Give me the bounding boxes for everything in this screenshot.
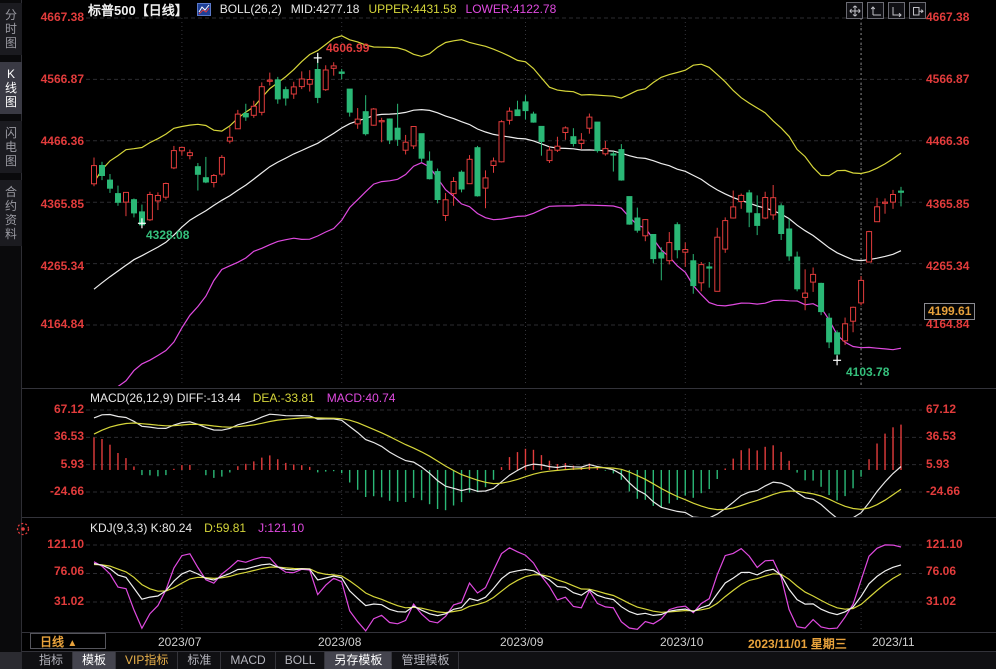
price-axis-label: 4265.34 <box>24 260 84 273</box>
macd-value: MACD:40.74 <box>327 391 396 405</box>
swing-low-label: 4328.08 <box>146 228 189 242</box>
sidebar-tab-label: K线图 <box>4 67 18 109</box>
sidebar-tab-contract-info[interactable]: 合约资料 <box>0 180 22 246</box>
sidebar-tab-label: 合约资料 <box>4 185 18 241</box>
swing-high-label: 4606.99 <box>326 41 369 55</box>
price-axis-label: 4265.34 <box>926 260 992 273</box>
x-axis-month-label: 2023/09 <box>500 635 543 649</box>
macd-axis-label: 5.93 <box>24 458 84 471</box>
kdj-axis-label: 76.06 <box>926 565 992 578</box>
macd-header: MACD(26,12,9) DIFF:-13.44 DEA:-33.81 MAC… <box>90 391 395 405</box>
boll-mid-value: MID:4277.18 <box>291 2 360 16</box>
panel-divider[interactable] <box>22 388 996 389</box>
price-chart-canvas[interactable] <box>0 0 996 669</box>
triangle-up-icon: ▲ <box>67 638 77 649</box>
symbol-title: 标普500【日线】 <box>88 0 188 19</box>
kdj-axis-label: 31.02 <box>926 595 992 608</box>
period-label: 日线 <box>40 635 64 649</box>
chart-header: 标普500【日线】 BOLL(26,2) MID:4277.18 UPPER:4… <box>88 1 556 17</box>
price-axis-label: 4365.85 <box>24 198 84 211</box>
boll-indicator-icon <box>197 3 211 16</box>
toolbar-tab-save-template[interactable]: 另存模板 <box>325 652 392 669</box>
period-selector-button[interactable]: 日线 ▲ <box>30 633 106 649</box>
price-axis-label: 4466.36 <box>24 135 84 148</box>
price-axis-label: 4667.38 <box>24 11 84 24</box>
resize-corner <box>0 652 22 669</box>
chart-toolbar <box>846 2 926 19</box>
sidebar-tab-flash[interactable]: 闪电图 <box>0 121 22 173</box>
macd-axis-label: 67.12 <box>926 403 992 416</box>
x-axis-month-label: 2023/08 <box>318 635 361 649</box>
kdj-axis-label: 121.10 <box>24 538 84 551</box>
price-axis-label: 4566.87 <box>926 73 992 86</box>
price-axis-label: 4667.38 <box>926 11 992 24</box>
kdj-k-value: KDJ(9,3,3) K:80.24 <box>90 521 192 535</box>
sidebar-tab-candlestick[interactable]: K线图 <box>0 62 22 114</box>
price-axis-label: 4365.85 <box>926 198 992 211</box>
sidebar-tab-label: 分时图 <box>4 8 18 50</box>
indicator-settings-icon[interactable] <box>15 521 31 542</box>
toolbar-tab-vip-indicators[interactable]: VIP指标 <box>116 652 178 669</box>
macd-axis-label: 36.53 <box>24 430 84 443</box>
boll-lower-value: LOWER:4122.78 <box>466 2 557 16</box>
boll-label: BOLL(26,2) <box>220 2 282 16</box>
boll-upper-value: UPPER:4431.58 <box>368 2 456 16</box>
template-toolbar: 指标 模板 VIP指标 标准 MACD BOLL 另存模板 管理模板 <box>22 652 996 669</box>
crosshair-move-icon[interactable] <box>846 2 863 19</box>
macd-diff-value: MACD(26,12,9) DIFF:-13.44 <box>90 391 241 405</box>
macd-dea-value: DEA:-33.81 <box>253 391 315 405</box>
x-axis-month-label: 2023/11 <box>872 635 915 649</box>
price-axis-label: 4566.87 <box>24 73 84 86</box>
kdj-header: KDJ(9,3,3) K:80.24 D:59.81 J:121.10 <box>90 521 304 535</box>
crosshair-date-label: 2023/11/01 星期三 <box>748 635 847 652</box>
x-axis-month-label: 2023/10 <box>660 635 703 649</box>
x-axis-scale-icon[interactable] <box>888 2 905 19</box>
toolbar-tab-macd[interactable]: MACD <box>221 652 275 669</box>
macd-axis-label: -24.66 <box>24 485 84 498</box>
kdj-j-value: J:121.10 <box>258 521 304 535</box>
chart-type-sidebar: 分时图 K线图 闪电图 合约资料 <box>0 0 22 669</box>
price-axis-label: 4466.36 <box>926 135 992 148</box>
last-price-badge: 4199.61 <box>924 303 975 320</box>
toolbar-tab-indicators[interactable]: 指标 <box>30 652 73 669</box>
kdj-axis-label: 76.06 <box>24 565 84 578</box>
y-axis-scale-icon[interactable] <box>867 2 884 19</box>
panel-divider <box>22 632 996 633</box>
toolbar-tab-boll[interactable]: BOLL <box>276 652 326 669</box>
macd-axis-label: 5.93 <box>926 458 992 471</box>
kdj-d-value: D:59.81 <box>204 521 246 535</box>
macd-axis-label: -24.66 <box>926 485 992 498</box>
kdj-axis-label: 31.02 <box>24 595 84 608</box>
swing-low-label: 4103.78 <box>846 365 889 379</box>
sidebar-tab-label: 闪电图 <box>4 126 18 168</box>
next-pane-icon[interactable] <box>909 2 926 19</box>
kdj-axis-label: 121.10 <box>926 538 992 551</box>
macd-axis-label: 36.53 <box>926 430 992 443</box>
x-axis-month-label: 2023/07 <box>158 635 201 649</box>
panel-divider[interactable] <box>22 517 996 518</box>
macd-axis-label: 67.12 <box>24 403 84 416</box>
sidebar-tab-timeline[interactable]: 分时图 <box>0 3 22 55</box>
toolbar-tab-standard[interactable]: 标准 <box>178 652 221 669</box>
toolbar-tab-manage-templates[interactable]: 管理模板 <box>392 652 459 669</box>
toolbar-tab-templates[interactable]: 模板 <box>73 652 116 669</box>
price-axis-label: 4164.84 <box>24 318 84 331</box>
